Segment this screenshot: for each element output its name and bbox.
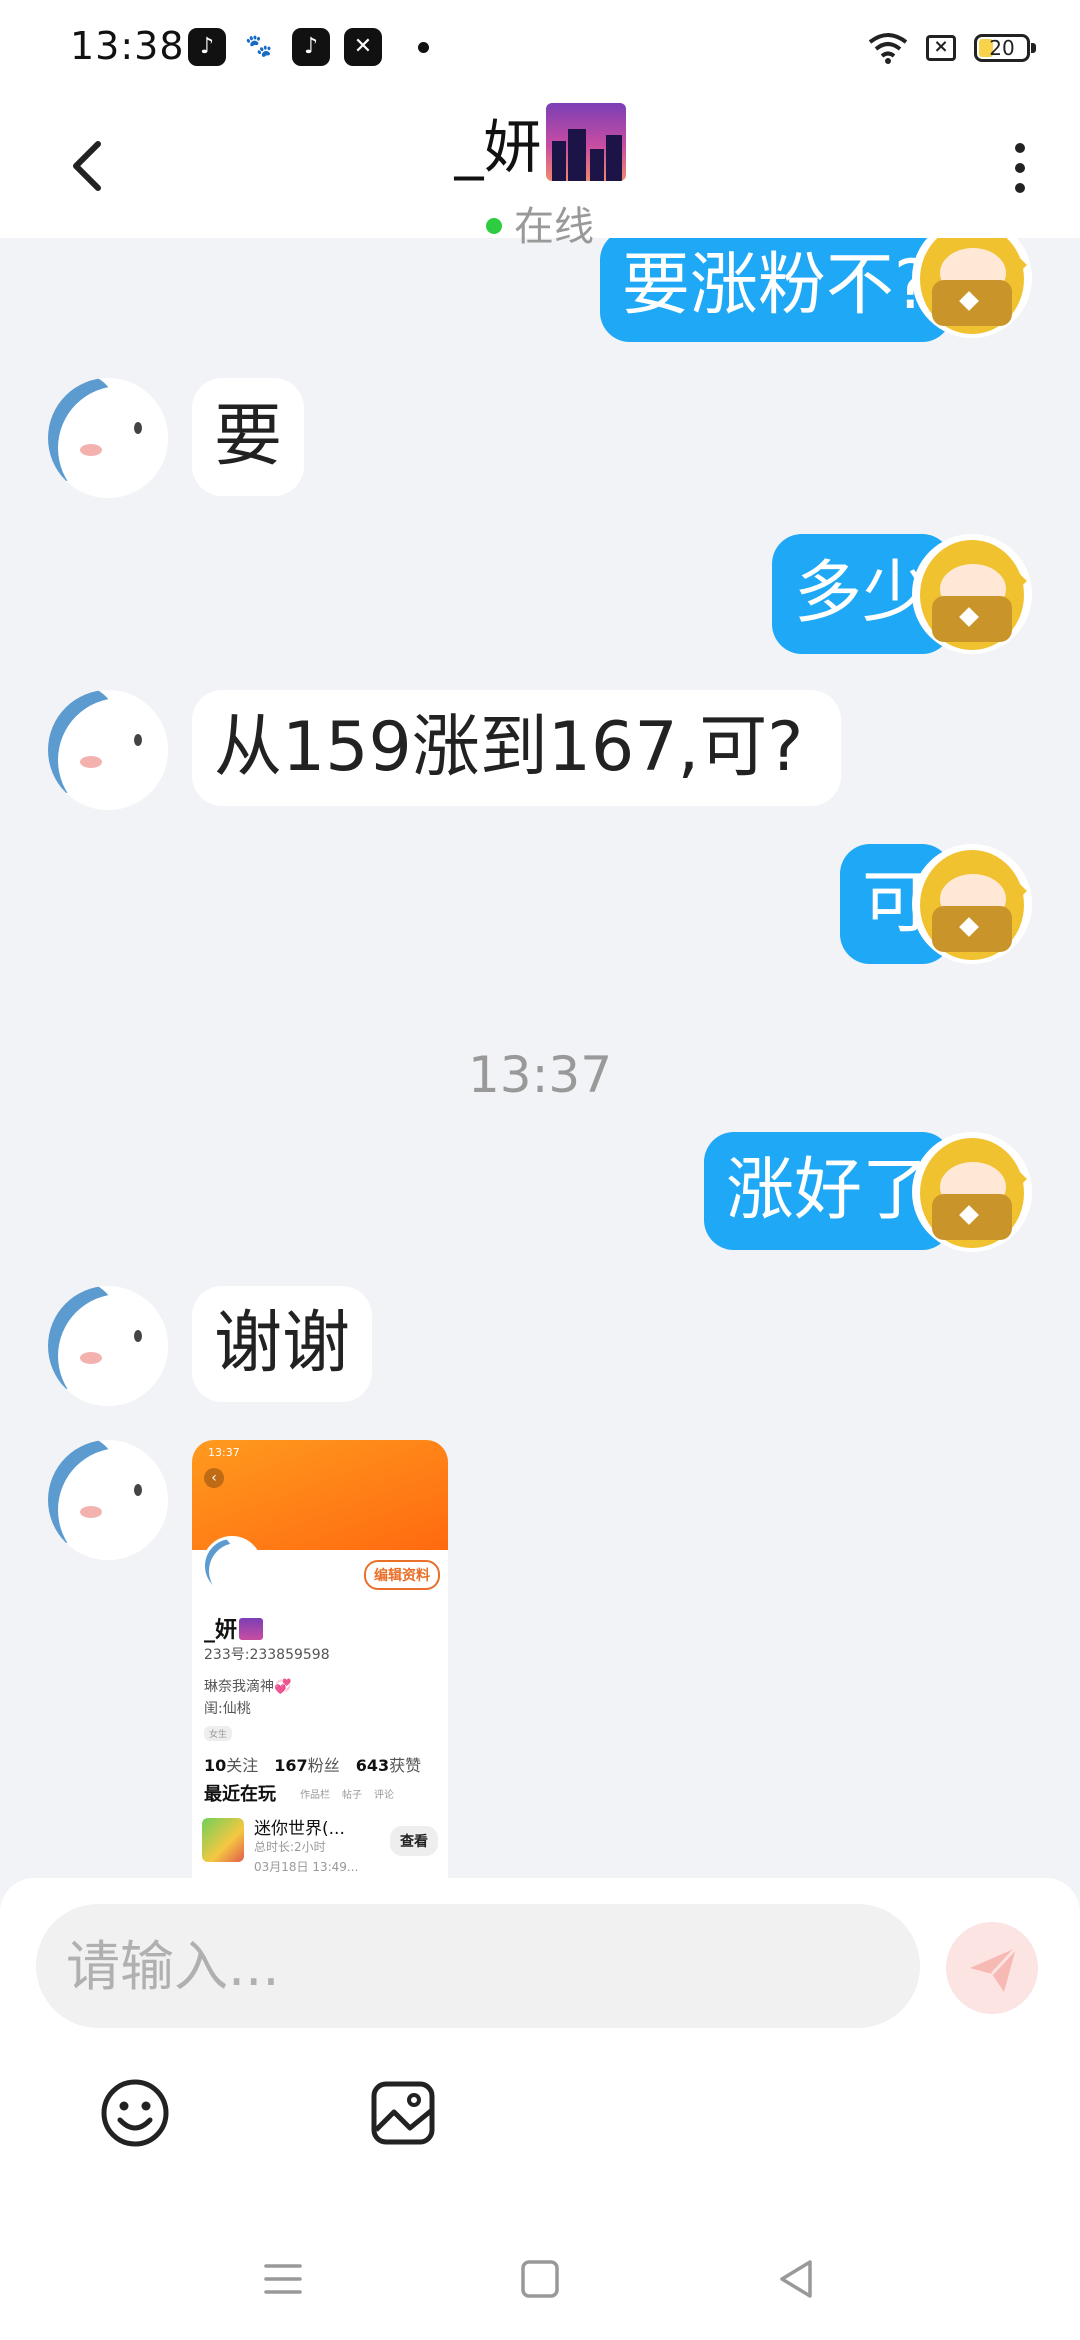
likes-count: 643 [355,1756,390,1775]
contact-avatar[interactable] [48,1286,168,1406]
screenshot-game-name: 迷你世界(... [254,1819,345,1839]
screenshot-bio-line-2: 闺:仙桃 [204,1701,251,1717]
status-icons: × 20 [868,28,1036,68]
douyin-lite-icon: ♪ [188,28,226,66]
following-label: 关注 [226,1756,259,1775]
contact-avatar[interactable] [48,1440,168,1560]
city-night-emoji-icon [545,103,626,181]
fans-count: 167 [274,1756,308,1775]
screenshot-tab: 作品栏 [300,1790,330,1801]
my-avatar[interactable] [912,1132,1032,1252]
screenshot-view-label: 查看 [390,1826,438,1856]
screenshot-game-duration: 总时长:2小时 [254,1840,326,1854]
baidu-icon: 🐾 [240,28,278,66]
wifi-icon [868,33,908,64]
screenshot-name: _妍 [204,1612,264,1644]
input-panel [0,1878,1080,2218]
send-icon [970,1946,1018,1992]
navigation-bar [0,2218,1080,2340]
status-bar: 13:38 ♪ 🐾 ♪ ✕ × 20 [0,0,1080,96]
message-bubble-outgoing[interactable]: 要涨粉不? [599,238,952,342]
message-bubble-incoming[interactable]: 从159涨到167,可? [192,690,842,806]
message-bubble-incoming[interactable]: 要 [192,378,305,496]
sim-off-icon: × [926,35,956,61]
screenshot-tag: 女生 [204,1726,233,1741]
screenshot-edit-profile-label: 编辑资料 [364,1560,440,1590]
notification-dot-icon [418,42,429,53]
screenshot-fans: 167粉丝 [274,1752,339,1776]
screenshot-stats: 10关注 167粉丝 643获赞 [204,1752,421,1776]
likes-label: 获赞 [389,1756,422,1775]
capcut-icon: ✕ [344,28,382,66]
online-dot-icon [486,218,502,234]
chat-header: _妍 在线 [0,96,1080,250]
shared-screenshot-image[interactable]: 13:37 ‹ 编辑资料 _妍 233号:233859598 琳奈我滴神💞 闺:… [192,1440,448,1878]
screenshot-avatar [202,1536,262,1596]
image-icon[interactable] [370,2080,436,2146]
douyin-icon: ♪ [292,28,330,66]
fans-label: 粉丝 [307,1756,340,1775]
screenshot-back-icon: ‹ [204,1468,224,1488]
contact-avatar[interactable] [48,690,168,810]
screenshot-status-time: 13:37 [208,1446,240,1459]
battery-level: 20 [989,36,1015,60]
screenshot-bio-line-1: 琳奈我滴神💞 [204,1679,292,1695]
screenshot-recent-title: 最近在玩 [204,1784,276,1805]
screenshot-following: 10关注 [204,1752,258,1776]
home-icon[interactable] [515,2254,565,2304]
chat-title[interactable]: _妍 [454,113,541,181]
message-input[interactable] [36,1904,920,2028]
battery-icon: 20 [974,34,1036,62]
message-bubble-incoming[interactable]: 谢谢 [192,1286,373,1402]
screenshot-id: 233号:233859598 [204,1647,330,1663]
screenshot-likes: 643获赞 [356,1752,421,1776]
screenshot-tab: 评论 [374,1790,394,1801]
message-list[interactable]: 要涨粉不? 要 多少 从159涨到167,可? 可 13:37 涨好了 谢谢 1… [0,238,1080,1878]
status-time: 13:38 [70,24,185,68]
contact-avatar[interactable] [48,378,168,498]
menu-icon[interactable] [258,2254,308,2304]
screenshot-recent-tabs: 作品栏 帖子 评论 [300,1786,394,1801]
more-options-icon[interactable] [1010,140,1030,196]
city-night-emoji-icon [239,1618,264,1640]
game-icon [202,1818,244,1862]
title-wrap: _妍 [0,100,1080,184]
screenshot-profile-banner: 13:37 ‹ [192,1440,448,1550]
my-avatar[interactable] [912,844,1032,964]
back-nav-icon[interactable] [772,2254,822,2304]
send-button[interactable] [946,1922,1038,2014]
screenshot-tab: 帖子 [342,1790,362,1801]
time-separator: 13:37 [467,1046,613,1104]
my-avatar[interactable] [912,534,1032,654]
screenshot-name-text: _妍 [204,1618,238,1643]
screenshot-game-time: 03月18日 13:49... [254,1860,359,1874]
following-count: 10 [204,1756,227,1775]
emoji-icon[interactable] [100,2078,170,2148]
